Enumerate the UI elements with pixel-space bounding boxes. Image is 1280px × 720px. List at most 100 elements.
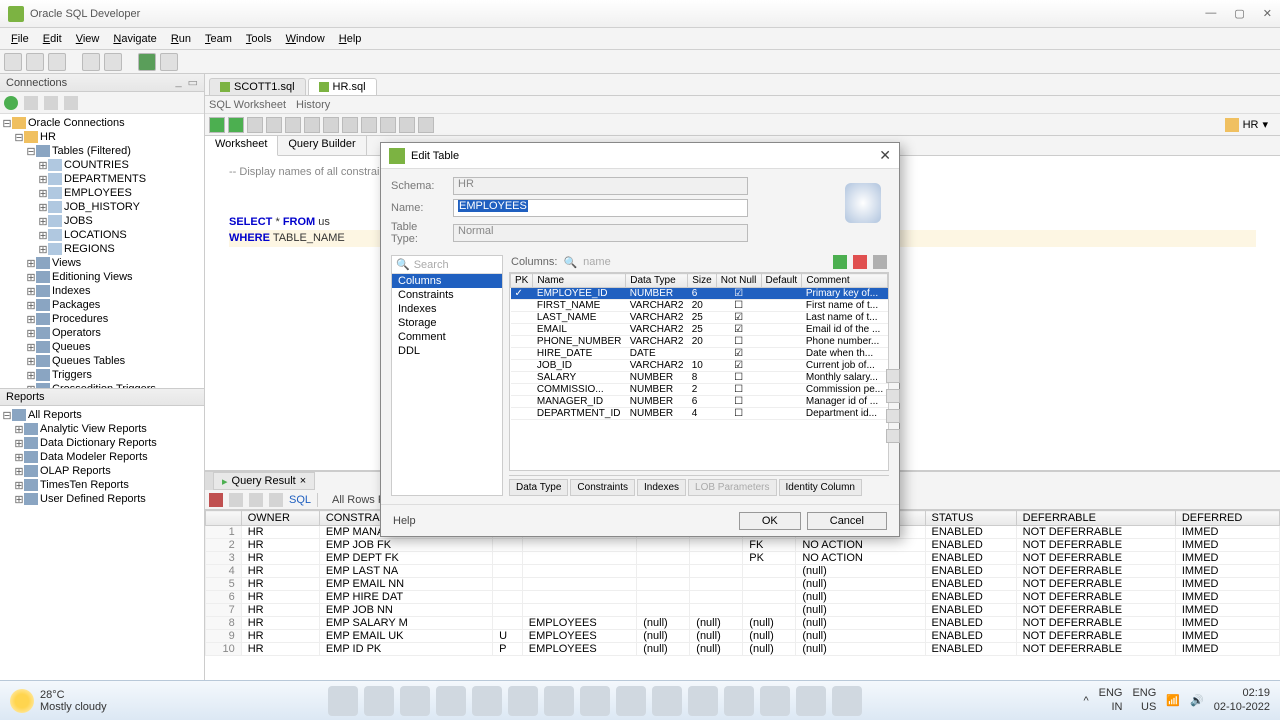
taskbar-app[interactable] — [832, 686, 862, 716]
sql-label[interactable]: SQL — [289, 494, 311, 506]
clock[interactable]: 02:1902-10-2022 — [1214, 687, 1270, 713]
taskbar-taskview[interactable] — [400, 686, 430, 716]
nav-storage[interactable]: Storage — [392, 316, 502, 330]
taskbar-chrome[interactable] — [760, 686, 790, 716]
menu-tools[interactable]: Tools — [239, 33, 279, 45]
taskbar-word[interactable] — [616, 686, 646, 716]
tab-query-result[interactable]: ▸ Query Result × — [213, 472, 315, 490]
node-indexes[interactable]: ⊞Indexes — [0, 284, 204, 298]
menu-window[interactable]: Window — [279, 33, 332, 45]
search-input[interactable]: Search — [414, 259, 449, 271]
cancel-button[interactable]: Cancel — [807, 512, 887, 530]
move-up-button[interactable] — [886, 389, 900, 403]
node-queues-tables[interactable]: ⊞Queues Tables — [0, 354, 204, 368]
new-connection-button[interactable] — [4, 96, 18, 110]
history-button[interactable] — [361, 117, 377, 133]
coltab-indexes[interactable]: Indexes — [637, 479, 686, 496]
autotrace-button[interactable] — [266, 117, 282, 133]
nav-constraints[interactable]: Constraints — [392, 288, 502, 302]
debug-button[interactable] — [160, 53, 178, 71]
pin-button[interactable] — [209, 493, 223, 507]
unshared-button[interactable] — [323, 117, 339, 133]
menu-run[interactable]: Run — [164, 33, 198, 45]
tab-hr-sql[interactable]: HR.sql — [308, 78, 377, 95]
nav-comment[interactable]: Comment — [392, 330, 502, 344]
schema-field[interactable]: HR — [453, 177, 748, 195]
report-data-modeler-reports[interactable]: ⊞Data Modeler Reports — [0, 450, 204, 464]
taskbar-store[interactable] — [544, 686, 574, 716]
rollback-button[interactable] — [304, 117, 320, 133]
run-statement-button[interactable] — [209, 117, 225, 133]
node-views[interactable]: ⊞Views — [0, 256, 204, 270]
tables-node[interactable]: ⊟Tables (Filtered) — [0, 144, 204, 158]
col-name-filter[interactable]: name — [583, 256, 611, 268]
node-editioning-views[interactable]: ⊞Editioning Views — [0, 270, 204, 284]
close-button[interactable]: ✕ — [1263, 7, 1272, 20]
nav-ddl[interactable]: DDL — [392, 344, 502, 358]
maximize-button[interactable]: ▢ — [1234, 7, 1244, 20]
print-button[interactable] — [269, 493, 283, 507]
refresh-button[interactable] — [24, 96, 38, 110]
explain-plan-button[interactable] — [247, 117, 263, 133]
taskbar-edge[interactable] — [472, 686, 502, 716]
taskbar-teams[interactable] — [508, 686, 538, 716]
oracle-connections-node[interactable]: ⊟Oracle Connections — [0, 116, 204, 130]
taskbar-notepad[interactable] — [652, 686, 682, 716]
open-button[interactable] — [26, 53, 44, 71]
delete-column-button[interactable] — [853, 255, 867, 269]
menu-edit[interactable]: Edit — [36, 33, 69, 45]
taskbar-explorer[interactable] — [436, 686, 466, 716]
redo-button[interactable] — [104, 53, 122, 71]
commit-button[interactable] — [285, 117, 301, 133]
filter-button[interactable] — [44, 96, 58, 110]
minimize-button[interactable]: — — [1205, 7, 1216, 20]
table-departments[interactable]: ⊞DEPARTMENTS — [0, 172, 204, 186]
table-countries[interactable]: ⊞COUNTRIES — [0, 158, 204, 172]
menu-navigate[interactable]: Navigate — [106, 33, 163, 45]
find-button[interactable] — [64, 96, 78, 110]
report-all-reports[interactable]: ⊟All Reports — [0, 408, 204, 422]
coltab-identity-column[interactable]: Identity Column — [779, 479, 862, 496]
dialog-titlebar[interactable]: Edit Table ✕ — [381, 143, 899, 169]
panel-minimize-icon[interactable]: _ — [175, 76, 181, 89]
report-user-defined-reports[interactable]: ⊞User Defined Reports — [0, 492, 204, 506]
report-olap-reports[interactable]: ⊞OLAP Reports — [0, 464, 204, 478]
move-top-button[interactable] — [886, 369, 900, 383]
report-data-dictionary-reports[interactable]: ⊞Data Dictionary Reports — [0, 436, 204, 450]
save-button[interactable] — [48, 53, 66, 71]
dialog-close-button[interactable]: ✕ — [879, 147, 891, 164]
reports-tree[interactable]: ⊟All Reports⊞Analytic View Reports⊞Data … — [0, 406, 204, 680]
tab-worksheet[interactable]: Worksheet — [205, 136, 278, 156]
refresh-result-button[interactable] — [229, 493, 243, 507]
volume-icon[interactable]: 🔊 — [1190, 694, 1204, 707]
taskbar-onenote[interactable] — [688, 686, 718, 716]
taskbar-start[interactable] — [328, 686, 358, 716]
toggle-button[interactable] — [399, 117, 415, 133]
copy-column-button[interactable] — [873, 255, 887, 269]
chevron-up-icon[interactable]: ^ — [1083, 695, 1088, 707]
table-locations[interactable]: ⊞LOCATIONS — [0, 228, 204, 242]
run-button[interactable] — [138, 53, 156, 71]
nav-indexes[interactable]: Indexes — [392, 302, 502, 316]
ok-button[interactable]: OK — [739, 512, 801, 530]
move-down-button[interactable] — [886, 409, 900, 423]
move-bottom-button[interactable] — [886, 429, 900, 443]
bookmark-button[interactable] — [418, 117, 434, 133]
menu-file[interactable]: File — [4, 33, 36, 45]
run-script-button[interactable] — [228, 117, 244, 133]
clear-button[interactable] — [342, 117, 358, 133]
new-button[interactable] — [4, 53, 22, 71]
table-employees[interactable]: ⊞EMPLOYEES — [0, 186, 204, 200]
panel-restore-icon[interactable]: ▭ — [188, 76, 198, 89]
taskbar-mail[interactable] — [580, 686, 610, 716]
taskbar-sqldev[interactable] — [796, 686, 826, 716]
tabletype-field[interactable]: Normal — [453, 224, 748, 242]
node-triggers[interactable]: ⊞Triggers — [0, 368, 204, 382]
menu-help[interactable]: Help — [332, 33, 369, 45]
menu-view[interactable]: View — [69, 33, 107, 45]
taskbar-search[interactable] — [364, 686, 394, 716]
node-packages[interactable]: ⊞Packages — [0, 298, 204, 312]
name-field[interactable]: EMPLOYEES — [453, 199, 748, 217]
close-tab-icon[interactable]: × — [300, 475, 306, 487]
tab-scott1-sql[interactable]: SCOTT1.sql — [209, 78, 306, 95]
